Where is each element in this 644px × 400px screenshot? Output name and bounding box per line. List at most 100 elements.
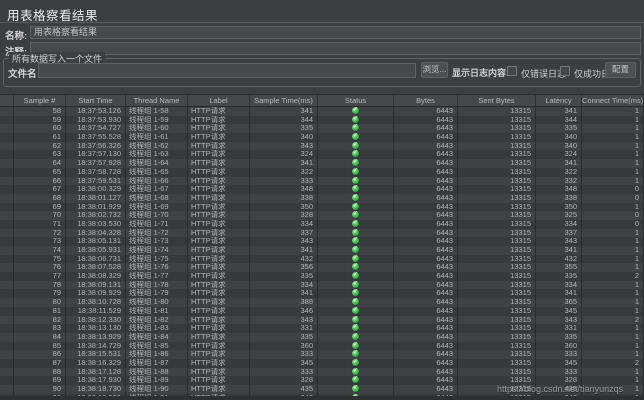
cell: 350 (250, 202, 318, 212)
success-icon (352, 306, 359, 314)
cell: 1 (582, 159, 644, 168)
cell: 328 (250, 211, 318, 220)
cell: HTTP请求 (188, 167, 250, 177)
table-row[interactable]: 8318:38:13.130线程组 1-83HTTP请求331644313315… (0, 324, 644, 333)
cell: 线程组 1-77 (126, 272, 188, 281)
table-row[interactable]: 6018:37:54.727线程组 1-60HTTP请求335644313315… (0, 124, 644, 134)
cell: HTTP请求 (188, 124, 250, 134)
cell: 18:38:05.131 (66, 237, 126, 246)
cell: HTTP请求 (188, 306, 250, 316)
cell: 6443 (394, 280, 458, 290)
cell (0, 324, 14, 333)
cell: HTTP请求 (188, 324, 250, 333)
cell (0, 385, 14, 394)
column-header-2: Start Time (66, 95, 126, 106)
table-row[interactable]: 6118:37:55.528线程组 1-61HTTP请求340644313315… (0, 133, 644, 142)
cell: 69 (14, 202, 66, 212)
cell: 13315 (458, 367, 536, 377)
browse-button[interactable]: 浏览... (421, 62, 448, 78)
comments-input[interactable] (30, 42, 641, 55)
column-header-9: Latency (536, 95, 582, 106)
cell (0, 193, 14, 203)
status-cell (318, 376, 394, 385)
cell: 18:37:59.531 (66, 176, 126, 186)
table-row[interactable]: 8418:38:13.929线程组 1-84HTTP请求335644313315… (0, 332, 644, 342)
success-icon (352, 124, 359, 132)
table-row[interactable]: 6618:37:59.531线程组 1-66HTTP请求333 644313315… (0, 176, 644, 186)
cell: 线程组 1-67 (126, 185, 188, 194)
cell: 线程组 1-71 (126, 219, 188, 229)
status-cell (318, 298, 394, 307)
cell (0, 185, 14, 194)
cell: 343 (250, 315, 318, 325)
table-row[interactable]: 8818:38:17.128线程组 1-88HTTP请求333644313315… (0, 367, 644, 377)
cell: 82 (14, 315, 66, 325)
configure-button[interactable]: 配置 (605, 62, 636, 78)
table-row[interactable]: 6518:37:58.728线程组 1-65HTTP请求322644313315… (0, 167, 644, 177)
cell: 18:38:11.529 (66, 306, 126, 316)
table-row[interactable]: 6818:38:01.127线程组 1-68HTTP请求338644313315… (0, 193, 644, 203)
cell: 1 (582, 289, 644, 299)
table-row[interactable]: 7618:38:07.528线程组 1-76HTTP请求356 644313315… (0, 263, 644, 273)
table-row[interactable]: 7918:38:09.929线程组 1-79HTTP请求341644313315… (0, 289, 644, 299)
table-row[interactable]: 6318:37:57.130线程组 1-63HTTP请求324644313315… (0, 150, 644, 160)
table-row[interactable]: 7218:38:04.328线程组 1-72HTTP请求337644313315… (0, 228, 644, 238)
table-row[interactable]: 7818:38:09.131线程组 1-78HTTP请求334644313315… (0, 280, 644, 290)
cell: 432 (250, 254, 318, 264)
cell: 13315 (458, 237, 536, 246)
cell: HTTP请求 (188, 141, 250, 151)
table-row[interactable]: 8718:38:16.329线程组 1-87HTTP请求345644313315… (0, 358, 644, 368)
table-row[interactable]: 6418:37:57.928线程组 1-64HTTP请求341644313315… (0, 159, 644, 168)
table-row[interactable]: 8018:38:10.728线程组 1-80HTTP请求388 644313315… (0, 298, 644, 307)
table-row[interactable]: 7718:38:08.329线程组 1-77HTTP请求335644313315… (0, 272, 644, 281)
cell: 6443 (394, 341, 458, 351)
cell: 1 (582, 332, 644, 342)
filename-input[interactable] (38, 63, 416, 78)
status-cell (318, 107, 394, 116)
status-cell (318, 332, 394, 342)
cell: 360 (536, 341, 582, 351)
errors-only-checkbox[interactable] (507, 66, 517, 76)
cell: 340 (536, 133, 582, 142)
table-row[interactable]: 7418:38:05.931线程组 1-74HTTP请求341644313315… (0, 246, 644, 255)
cell: 6443 (394, 167, 458, 177)
cell: 线程组 1-88 (126, 367, 188, 377)
table-row[interactable]: 6218:37:56.326线程组 1-62HTTP请求343 644313315… (0, 141, 644, 151)
cell: 1 (582, 141, 644, 151)
cell: 线程组 1-58 (126, 107, 188, 116)
table-row[interactable]: 8118:38:11.529线程组 1-81HTTP请求346 644313315… (0, 306, 644, 316)
success-only-checkbox[interactable] (560, 66, 570, 76)
table-row[interactable]: 5918:37:53.930线程组 1-59HTTP请求344644313315… (0, 115, 644, 125)
status-cell (318, 263, 394, 273)
cell: 80 (14, 298, 66, 307)
table-row[interactable]: 7118:38:03.530线程组 1-71HTTP请求334644313315… (0, 219, 644, 229)
cell: 343 (536, 315, 582, 325)
cell: 338 (536, 193, 582, 203)
cell: 13315 (458, 107, 536, 116)
table-row[interactable]: 8618:38:15.531线程组 1-86HTTP请求333644313315… (0, 350, 644, 359)
table-row[interactable]: 7318:38:05.131线程组 1-73HTTP请求343644313315… (0, 237, 644, 246)
table-body[interactable]: 5818:37:53.126线程组 1-58HTTP请求341644313315… (0, 107, 644, 396)
success-icon (352, 376, 359, 384)
success-icon (352, 263, 359, 271)
table-row[interactable]: 6718:38:00.329线程组 1-67HTTP请求348644313315… (0, 185, 644, 194)
cell: 18:38:01.127 (66, 193, 126, 203)
cell: 线程组 1-78 (126, 280, 188, 290)
table-row[interactable]: 5818:37:53.126线程组 1-58HTTP请求341644313315… (0, 107, 644, 116)
cell: 6443 (394, 306, 458, 316)
table-row[interactable]: 6918:38:01.929线程组 1-69HTTP请求350644313315… (0, 202, 644, 212)
name-input[interactable]: 用表格察看结果 (30, 26, 641, 39)
table-row[interactable]: 8518:38:14.729线程组 1-85HTTP请求360644313315… (0, 341, 644, 351)
status-cell (318, 237, 394, 246)
success-icon (352, 237, 359, 245)
table-row[interactable]: 8218:38:12.330线程组 1-82HTTP请求343644313315… (0, 315, 644, 325)
success-icon (352, 141, 359, 149)
cell: 344 (250, 115, 318, 125)
cell: HTTP请求 (188, 280, 250, 290)
table-row[interactable]: 7518:38:06.731线程组 1-75HTTP请求432644313315… (0, 254, 644, 264)
cell: 344 (536, 115, 582, 125)
cell: 75 (14, 254, 66, 264)
cell: 1 (582, 263, 644, 273)
table-row[interactable]: 7018:38:02.732线程组 1-70HTTP请求328 644313315… (0, 211, 644, 220)
status-cell (318, 306, 394, 316)
